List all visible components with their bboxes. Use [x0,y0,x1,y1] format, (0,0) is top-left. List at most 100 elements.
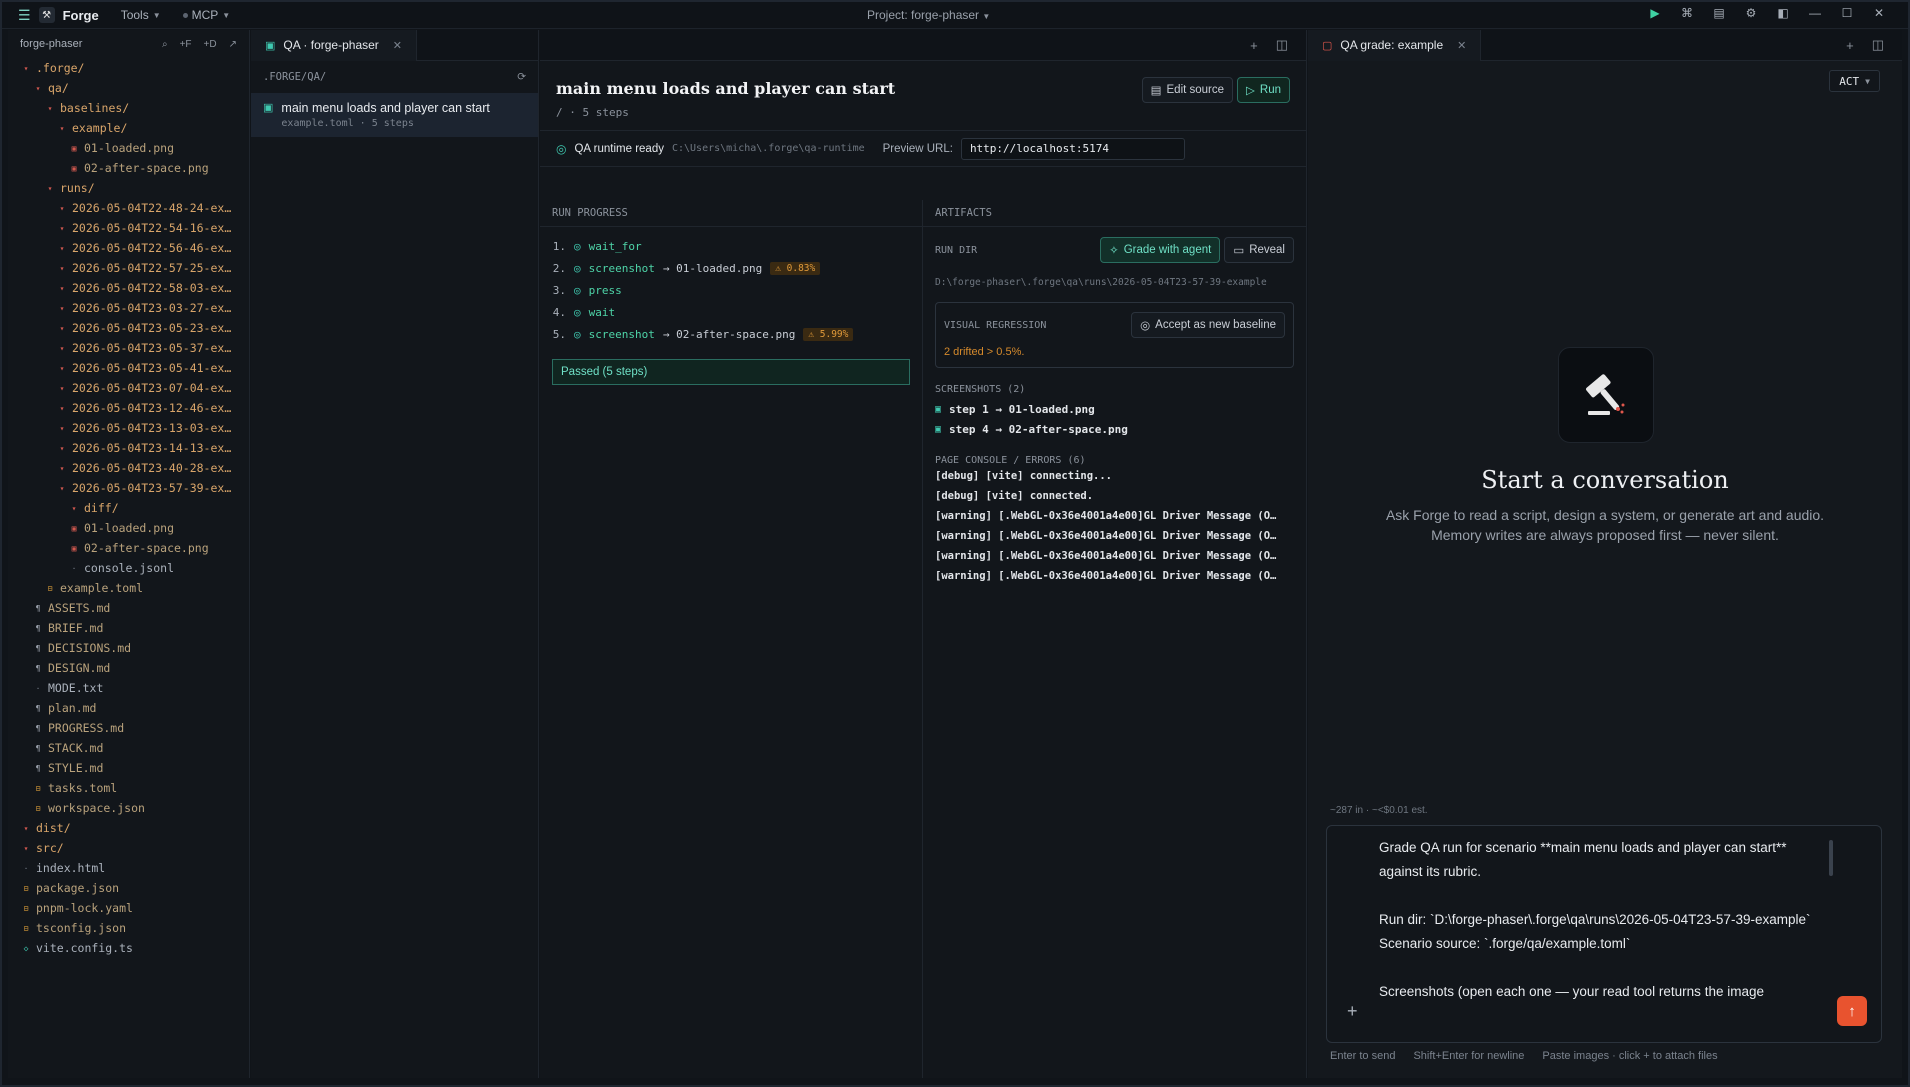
tab-qa-forge-phaser[interactable]: ▣ QA · forge-phaser ✕ [251,29,418,61]
tree-item[interactable]: ¶ STACK.md [8,738,249,758]
tree-item[interactable]: ¶ plan.md [8,698,249,718]
close-tab-icon[interactable]: ✕ [1457,39,1466,52]
tree-item[interactable]: ⊟ tasks.toml [8,778,249,798]
tree-item[interactable]: ▾ 2026-05-04T22-54-16-ex… [8,218,249,238]
tree-item[interactable]: ¶ ASSETS.md [8,598,249,618]
tree-item[interactable]: ¶ PROGRESS.md [8,718,249,738]
message-draft[interactable]: Grade QA run for scenario **main menu lo… [1379,836,1819,1004]
accept-baseline-button[interactable]: ◎ Accept as new baseline [1131,312,1285,338]
tools-menu[interactable]: Tools ▼ [121,8,161,22]
mcp-menu[interactable]: MCP ▼ [182,8,230,22]
tree-item[interactable]: ▾ 2026-05-04T22-56-46-ex… [8,238,249,258]
tree-item-label: PROGRESS.md [48,721,125,735]
drift-badge: ⚠ 0.83% [770,261,821,275]
tree-item[interactable]: ⊟ example.toml [8,578,249,598]
new-tab-icon[interactable]: + [1250,38,1258,53]
new-file-button[interactable]: +F [180,39,192,50]
new-folder-button[interactable]: +D [204,39,217,50]
tree-item[interactable]: ▾ baselines/ [8,98,249,118]
step-row[interactable]: 1. ◎ wait_for [552,235,910,257]
screenshot-item[interactable]: ▣ step 4 → 02-after-space.png [935,419,1294,439]
tree-item[interactable]: ▾ src/ [8,838,249,858]
folder-icon: ▾ [59,423,65,433]
tree-item[interactable]: ▾ 2026-05-04T22-58-03-ex… [8,278,249,298]
mode-select[interactable]: ACT ▼ [1829,70,1880,92]
settings-icon[interactable]: ⚙ [1742,6,1760,20]
screenshot-item[interactable]: ▣ step 1 → 01-loaded.png [935,399,1294,419]
tree-item[interactable]: ¶ DESIGN.md [8,658,249,678]
preview-url-input[interactable] [960,137,1185,160]
tree-item[interactable]: ▾ 2026-05-04T23-40-28-ex… [8,458,249,478]
tree-item[interactable]: ▾ 2026-05-04T23-13-03-ex… [8,418,249,438]
tree-item[interactable]: ⊟ pnpm-lock.yaml [8,898,249,918]
tree-item[interactable]: · MODE.txt [8,678,249,698]
tools-menu-label: Tools [120,8,149,22]
toggle-panel-icon[interactable]: ◧ [1774,6,1792,20]
open-external-icon[interactable]: ↗ [229,39,237,50]
reveal-button[interactable]: ▭ Reveal [1224,237,1294,263]
send-button[interactable]: ↑ [1837,996,1867,1026]
tree-item[interactable]: · console.jsonl [8,558,249,578]
run-button[interactable]: ▷ Run [1237,77,1290,103]
tree-item[interactable]: ▾ 2026-05-04T23-05-37-ex… [8,338,249,358]
step-row[interactable]: 3. ◎ press [552,279,910,301]
grade-with-agent-button[interactable]: ✧ Grade with agent [1100,237,1221,263]
config-file-icon: ⊟ [35,783,41,793]
step-row[interactable]: 4. ◎ wait [552,301,910,323]
tree-item-label: vite.config.ts [36,941,133,955]
attach-plus-icon[interactable]: + [1347,1001,1358,1022]
tree-item[interactable]: ▾ diff/ [8,498,249,518]
tree-item[interactable]: ▾ 2026-05-04T23-05-23-ex… [8,318,249,338]
tree-item[interactable]: ¶ BRIEF.md [8,618,249,638]
edit-source-button[interactable]: ▤ Edit source [1141,77,1234,103]
tree-item[interactable]: ▾ example/ [8,118,249,138]
command-icon[interactable]: ⌘ [1678,6,1696,20]
tree-item[interactable]: ▣ 01-loaded.png [8,518,249,538]
check-circle-icon: ◎ [574,305,581,319]
tree-item[interactable]: ▣ 01-loaded.png [8,138,249,158]
tree-item[interactable]: ▾ 2026-05-04T23-07-04-ex… [8,378,249,398]
split-pane-icon[interactable]: ◫ [1276,37,1288,53]
new-tab-icon[interactable]: + [1846,38,1854,53]
tree-item[interactable]: ▾ 2026-05-04T23-12-46-ex… [8,398,249,418]
folder-icon: ▾ [71,503,77,513]
tree-item[interactable]: ▾ .forge/ [8,58,249,78]
tree-item[interactable]: ¶ STYLE.md [8,758,249,778]
play-icon[interactable]: ▶ [1646,6,1664,20]
scenario-item[interactable]: ▣ main menu loads and player can start e… [251,93,538,137]
tree-item[interactable]: ⊟ package.json [8,878,249,898]
step-row[interactable]: 2. ◎ screenshot → 01-loaded.png ⚠ 0.83% [552,257,910,279]
composer-scrollbar[interactable] [1829,840,1833,876]
tree-item[interactable]: ▾ 2026-05-04T22-57-25-ex… [8,258,249,278]
tree-item[interactable]: ▾ runs/ [8,178,249,198]
message-composer[interactable]: Grade QA run for scenario **main menu lo… [1326,825,1882,1043]
close-icon[interactable]: ✕ [1870,6,1888,20]
edit-source-label: Edit source [1166,84,1225,96]
project-selector[interactable]: Project: forge-phaser ▼ [867,8,990,22]
tree-item[interactable]: ▣ 02-after-space.png [8,158,249,178]
refresh-icon[interactable]: ⟳ [517,71,526,83]
tree-item[interactable]: ▣ 02-after-space.png [8,538,249,558]
tree-item[interactable]: ◇ vite.config.ts [8,938,249,958]
tree-item[interactable]: ▾ dist/ [8,818,249,838]
tree-item[interactable]: ¶ DECISIONS.md [8,638,249,658]
tree-item[interactable]: ⊟ tsconfig.json [8,918,249,938]
maximize-icon[interactable]: ☐ [1838,6,1856,20]
tab-qa-grade[interactable]: ▢ QA grade: example ✕ [1308,29,1482,61]
tree-item[interactable]: · index.html [8,858,249,878]
tree-item[interactable]: ▾ 2026-05-04T23-03-27-ex… [8,298,249,318]
tree-item[interactable]: ▾ 2026-05-04T22-48-24-ex… [8,198,249,218]
split-pane-icon[interactable]: ◫ [1872,37,1884,53]
search-icon[interactable]: ⌕ [162,39,168,50]
tree-item[interactable]: ⊟ workspace.json [8,798,249,818]
step-row[interactable]: 5. ◎ screenshot → 02-after-space.png ⚠ 5.99% [552,323,910,345]
tree-item[interactable]: ▾ 2026-05-04T23-14-13-ex… [8,438,249,458]
run-subtitle: / · 5 steps [556,106,629,119]
tree-item[interactable]: ▾ 2026-05-04T23-57-39-ex… [8,478,249,498]
close-tab-icon[interactable]: ✕ [393,39,402,52]
hamburger-menu-icon[interactable]: ☰ [18,7,31,24]
tree-item[interactable]: ▾ 2026-05-04T23-05-41-ex… [8,358,249,378]
tree-item[interactable]: ▾ qa/ [8,78,249,98]
minimize-icon[interactable]: — [1806,6,1824,20]
layout-icon[interactable]: ▤ [1710,6,1728,20]
